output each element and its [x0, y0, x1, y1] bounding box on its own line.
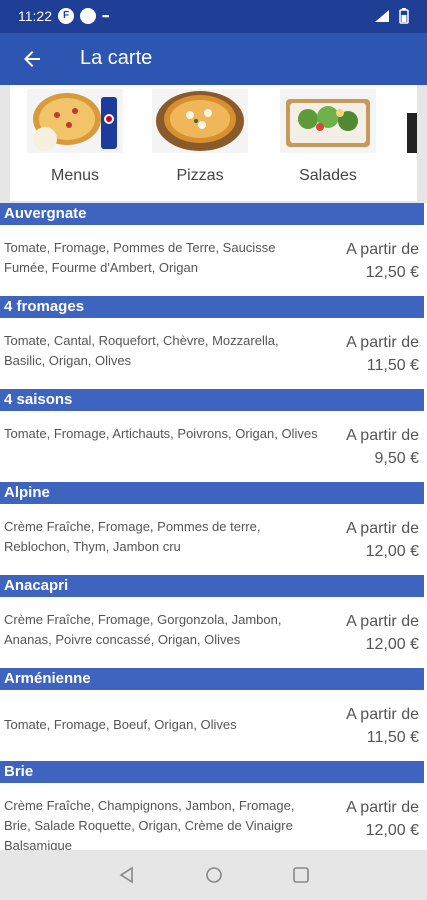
app-notification-icon: F	[58, 8, 74, 24]
item-description: Tomate, Fromage, Artichauts, Poivrons, O…	[4, 426, 318, 441]
price-prefix: A partir de	[346, 613, 419, 630]
item-price: A partir de 12,50 €	[346, 238, 419, 284]
price-prefix: A partir de	[346, 706, 419, 723]
price-prefix: A partir de	[346, 799, 419, 816]
item-price: A partir de 9,50 €	[346, 424, 419, 470]
item-price: A partir de 11,50 €	[346, 331, 419, 377]
menus-image	[27, 89, 123, 153]
nav-home-icon[interactable]	[203, 864, 225, 886]
salades-image	[280, 89, 376, 153]
more-notifications-icon: ▪▪▪	[102, 11, 110, 21]
item-price: A partir de 12,00 €	[346, 796, 419, 842]
item-description: Crème Fraîche, Fromage, Gorgonzola, Jamb…	[4, 612, 282, 647]
nav-recents-icon[interactable]	[290, 864, 312, 886]
category-menus-label: Menus	[50, 167, 100, 184]
price-amount: 12,00 €	[365, 636, 419, 653]
nav-back-icon[interactable]	[116, 864, 138, 886]
category-salades[interactable]: Salades	[278, 89, 378, 185]
item-name-header: Alpine	[0, 482, 424, 504]
circle-notification-icon	[80, 8, 96, 24]
pizzas-image	[152, 89, 248, 153]
menu-item[interactable]: Tomate, Fromage, Pommes de Terre, Saucis…	[0, 225, 427, 296]
menu-list[interactable]: Auvergnate Tomate, Fromage, Pommes de Te…	[0, 203, 427, 850]
item-description: Tomate, Fromage, Boeuf, Origan, Olives	[4, 717, 237, 732]
price-prefix: A partir de	[346, 427, 419, 444]
item-price: A partir de 12,00 €	[346, 517, 419, 563]
menu-item[interactable]: Tomate, Fromage, Artichauts, Poivrons, O…	[0, 411, 427, 482]
price-amount: 12,00 €	[365, 822, 419, 839]
status-system-icons	[373, 8, 409, 24]
item-name-header: Anacapri	[0, 575, 424, 597]
system-nav-bar	[0, 850, 427, 900]
menu-item[interactable]: Crème Fraîche, Fromage, Gorgonzola, Jamb…	[0, 597, 427, 668]
category-menus[interactable]: Menus	[25, 89, 125, 185]
item-name-header: Brie	[0, 761, 424, 783]
category-salades-label: Salades	[299, 167, 357, 184]
menu-item[interactable]: Tomate, Fromage, Boeuf, Origan, Olives A…	[0, 690, 427, 761]
item-price: A partir de 11,50 €	[346, 703, 419, 749]
category-pizzas[interactable]: Pizzas	[150, 89, 250, 185]
price-prefix: A partir de	[346, 520, 419, 537]
item-description: Tomate, Cantal, Roquefort, Chèvre, Mozza…	[4, 333, 279, 368]
status-notification-icons: F ▪▪▪	[58, 8, 110, 24]
signal-icon	[375, 10, 389, 22]
category-carousel[interactable]: Menus Pizzas Salades	[10, 85, 417, 201]
battery-icon	[399, 8, 409, 24]
app-bar: La carte	[0, 33, 427, 85]
status-time: 11:22	[18, 8, 52, 24]
item-description: Tomate, Fromage, Pommes de Terre, Saucis…	[4, 240, 276, 275]
item-name-header: Auvergnate	[0, 203, 424, 225]
category-pizzas-label: Pizzas	[176, 167, 224, 184]
menu-item[interactable]: Crème Fraîche, Champignons, Jambon, From…	[0, 783, 427, 850]
item-name-header: 4 fromages	[0, 296, 424, 318]
status-bar: 11:22 F ▪▪▪	[0, 0, 427, 33]
category-next-partial[interactable]	[407, 113, 417, 153]
price-amount: 12,50 €	[365, 264, 419, 281]
price-amount: 11,50 €	[366, 357, 419, 374]
item-description: Crème Fraîche, Champignons, Jambon, From…	[4, 798, 295, 850]
price-amount: 12,00 €	[365, 543, 419, 560]
item-description: Crème Fraîche, Fromage, Pommes de terre,…	[4, 519, 261, 554]
price-prefix: A partir de	[346, 334, 419, 351]
item-price: A partir de 12,00 €	[346, 610, 419, 656]
menu-item[interactable]: Crème Fraîche, Fromage, Pommes de terre,…	[0, 504, 427, 575]
back-arrow-icon[interactable]	[20, 47, 44, 71]
item-name-header: 4 saisons	[0, 389, 424, 411]
menu-item[interactable]: Tomate, Cantal, Roquefort, Chèvre, Mozza…	[0, 318, 427, 389]
item-name-header: Arménienne	[0, 668, 424, 690]
page-title: La carte	[80, 47, 153, 69]
price-amount: 9,50 €	[374, 450, 419, 467]
price-amount: 11,50 €	[366, 729, 419, 746]
price-prefix: A partir de	[346, 241, 419, 258]
